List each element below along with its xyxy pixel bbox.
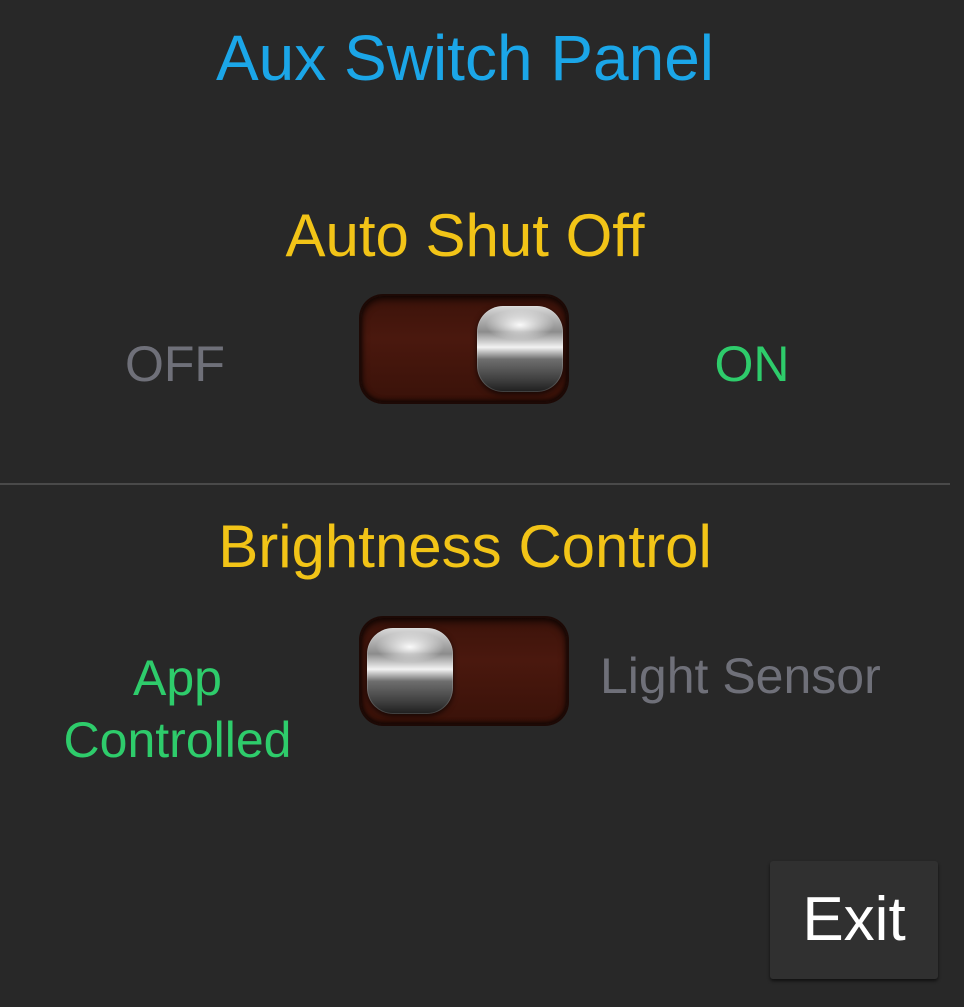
exit-button[interactable]: Exit [770, 861, 938, 979]
auto-shut-off-title: Auto Shut Off [285, 202, 645, 269]
brightness-control-toggle[interactable] [361, 618, 567, 724]
brightness-control-title: Brightness Control [218, 513, 712, 580]
toggle-knob[interactable] [367, 628, 453, 714]
section-divider [0, 483, 950, 485]
light-sensor-label: Light Sensor [600, 648, 881, 704]
toggle-knob[interactable] [477, 306, 563, 392]
auto-shut-off-off-label: OFF [125, 336, 225, 392]
auto-shut-off-on-label: ON [714, 336, 790, 392]
aux-switch-panel: Aux Switch Panel Auto Shut Off OFF ON Br… [0, 0, 964, 1007]
app-controlled-label-line2: Controlled [63, 712, 292, 768]
app-controlled-label-line1: App [133, 650, 222, 706]
app-controlled-label: App Controlled [40, 647, 315, 771]
auto-shut-off-toggle[interactable] [361, 296, 567, 402]
page-title: Aux Switch Panel [215, 22, 715, 94]
